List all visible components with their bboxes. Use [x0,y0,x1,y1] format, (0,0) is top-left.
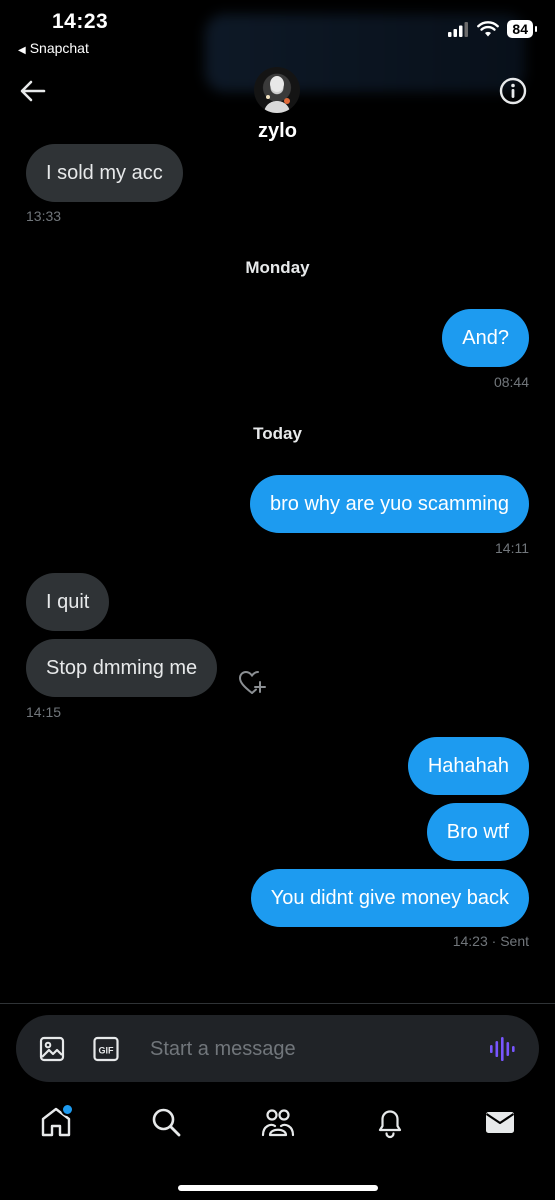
composer-divider [0,1003,555,1004]
status-time: 14:23 [52,10,109,33]
outgoing-message[interactable]: You didnt give money back [250,869,529,927]
tab-search[interactable] [148,1104,184,1140]
status-icons: 84 [447,20,537,38]
svg-text:GIF: GIF [99,1046,115,1056]
status-bar: 14:23 ◀ Snapchat 84 [0,0,555,92]
bell-icon [378,1110,402,1139]
avatar[interactable] [254,67,300,113]
avatar-image [264,76,290,113]
add-reaction-icon[interactable] [237,668,267,698]
battery-indicator: 84 [507,20,537,38]
image-icon[interactable] [38,1035,66,1063]
outgoing-message[interactable]: Hahahah [407,737,529,795]
message-composer: GIF [16,1015,539,1082]
info-icon[interactable] [498,76,528,106]
mail-icon [485,1112,515,1133]
message-input[interactable] [148,1033,452,1065]
incoming-message[interactable]: I sold my acc [26,144,183,202]
cellular-signal-icon [448,22,469,37]
tab-home[interactable] [38,1103,74,1140]
voice-wave-icon[interactable] [488,1035,518,1063]
tab-communities[interactable] [260,1104,296,1140]
bottom-tab-bar [0,1092,555,1200]
back-app-label: Snapchat [29,40,89,56]
day-separator: Monday [245,258,310,277]
tab-messages[interactable] [482,1104,518,1140]
outgoing-message[interactable]: Bro wtf [426,803,529,861]
gif-icon[interactable]: GIF [92,1035,120,1063]
contact-username[interactable]: zylo [0,120,555,143]
conversation-header: zylo [0,60,555,152]
outgoing-message[interactable]: And? [442,309,529,367]
message-timestamp: 13:33 [26,208,62,224]
back-arrow-icon[interactable] [18,76,48,106]
incoming-message[interactable]: I quit [26,573,110,631]
tab-notifications[interactable] [372,1104,408,1140]
back-to-app-link[interactable]: ◀ Snapchat [18,40,89,56]
incoming-message[interactable]: Stop dmming me [26,639,218,697]
message-timestamp: 08:44 [493,374,529,390]
search-icon [152,1108,181,1137]
back-triangle-icon: ◀ [18,45,26,56]
wifi-icon [477,21,500,37]
outgoing-message[interactable]: bro why are yuo scamming [250,475,529,533]
notification-dot [61,1103,74,1116]
day-separator: Today [253,424,302,443]
home-indicator [178,1185,378,1191]
message-timestamp: 14:11 [495,540,529,556]
message-timestamp: 14:15 [26,704,62,720]
message-status: 14:23 · Sent [452,933,529,949]
people-icon [261,1109,295,1137]
